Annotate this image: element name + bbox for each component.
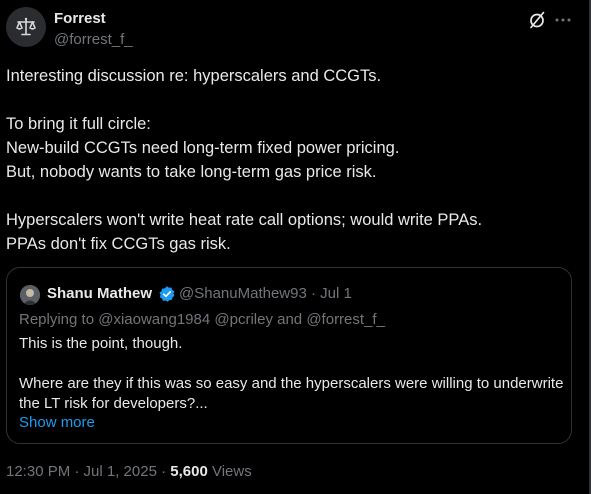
mention-link[interactable]: @forrest_f_	[306, 311, 385, 328]
quote-line: This is the point, though.	[19, 335, 183, 352]
quote-line: Where are they if this was so easy and t…	[19, 375, 564, 392]
tweet-line: Hyperscalers won't write heat rate call …	[6, 211, 483, 229]
tweet-line: But, nobody wants to take long-term gas …	[6, 163, 377, 181]
replying-to: Replying to @xiaowang1984 @pcriley and @…	[19, 311, 385, 329]
grok-slash-circle-icon[interactable]	[527, 10, 547, 30]
tweet-line: Interesting discussion re: hyperscalers …	[6, 67, 382, 85]
author-avatar[interactable]	[6, 7, 46, 47]
quote-author-name[interactable]: Shanu Mathew	[47, 285, 152, 303]
author-handle[interactable]: @forrest_f_	[54, 31, 133, 49]
more-horizontal-icon[interactable]	[553, 10, 573, 30]
quote-body: This is the point, though. Where are the…	[19, 334, 564, 414]
balance-scale-icon	[16, 17, 36, 36]
verified-badge-icon	[159, 286, 175, 302]
quoted-tweet-card[interactable]: Shanu Mathew @ShanuMathew93 · Jul 1 Repl…	[6, 267, 572, 444]
mention-link[interactable]: @pcriley	[214, 311, 273, 328]
person-avatar-icon	[20, 285, 40, 305]
tweet-line: New-build CCGTs need long-term fixed pow…	[6, 139, 400, 157]
quote-author-avatar[interactable]	[20, 285, 40, 305]
quote-handle-date[interactable]: @ShanuMathew93 · Jul 1	[179, 285, 352, 303]
show-more-link[interactable]: Show more	[19, 414, 95, 432]
tweet-line: To bring it full circle:	[6, 115, 151, 133]
tweet-meta: 12:30 PM · Jul 1, 2025 · 5,600 Views	[6, 463, 252, 481]
tweet-line: PPAs don't fix CCGTs gas risk.	[6, 235, 231, 253]
views-count: 5,600	[170, 463, 208, 480]
quote-line: the LT risk for developers?...	[19, 395, 208, 412]
author-name[interactable]: Forrest	[54, 10, 106, 28]
replying-to-prefix: Replying to	[19, 311, 99, 328]
views-label: Views	[207, 463, 252, 480]
tweet-text: Interesting discussion re: hyperscalers …	[6, 64, 576, 256]
timestamp[interactable]: 12:30 PM · Jul 1, 2025 ·	[6, 463, 170, 480]
quote-blank-line	[19, 354, 564, 374]
mention-link[interactable]: @xiaowang1984	[98, 311, 210, 328]
replying-to-joiner: and	[272, 311, 307, 328]
